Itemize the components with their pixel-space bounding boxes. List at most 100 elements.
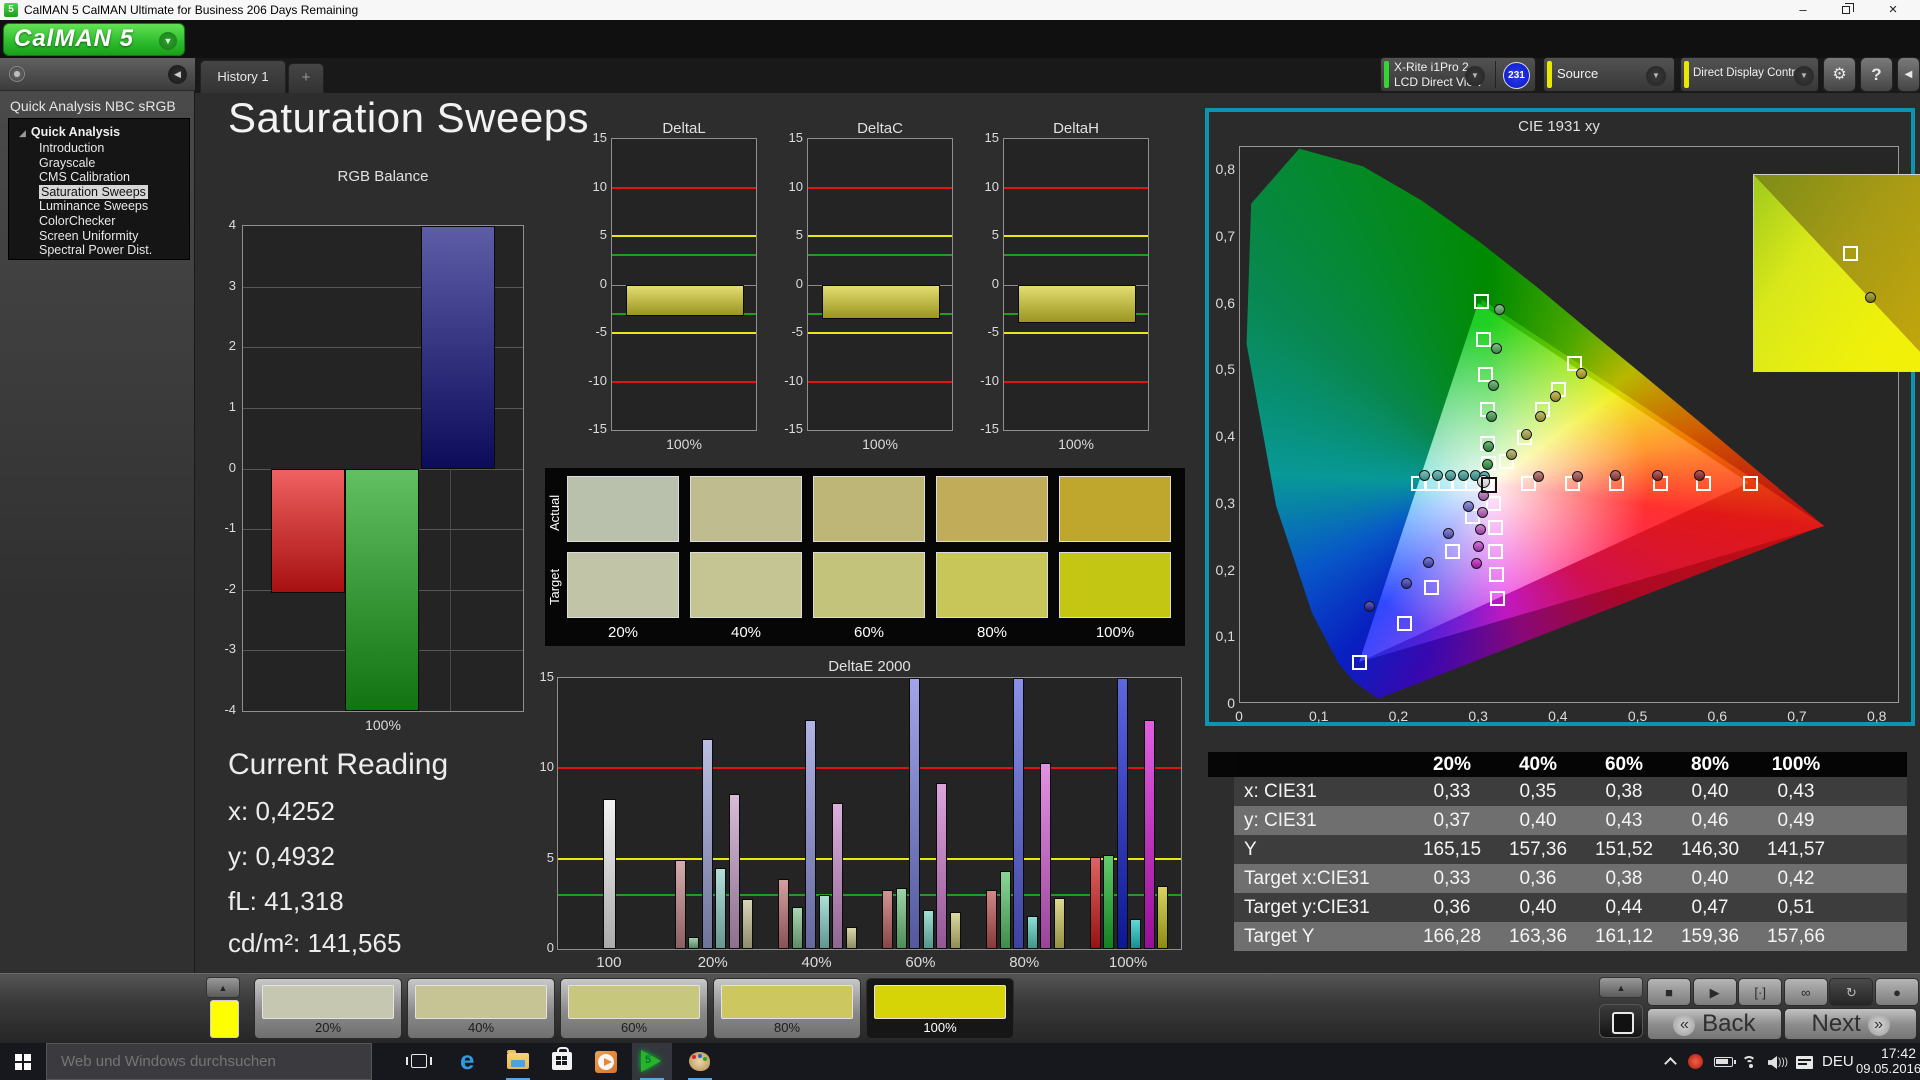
paint-app-button[interactable] [680,1043,720,1080]
deltae-limit-line [558,893,1181,896]
settings-button[interactable]: ⚙ [1823,57,1856,92]
sidebar-item-luminance-sweeps[interactable]: Luminance Sweeps [9,199,189,214]
wifi-icon[interactable] [1742,1056,1760,1070]
calman-icon: 5 [641,1050,661,1072]
display-control-accent-bar [1684,61,1689,88]
cie-measured-point [1494,303,1506,315]
minimize-button[interactable]: – [1788,2,1818,18]
play-button[interactable]: ▶ [1692,978,1737,1006]
back-button[interactable]: « Back [1647,1008,1782,1040]
display-control-dropdown[interactable]: Direct Display Control ▼ [1680,57,1819,92]
sidebar-item-grayscale[interactable]: Grayscale [9,156,189,171]
deltae-bar [728,793,740,949]
next-button[interactable]: Next » [1784,1008,1917,1040]
panel-collapse-button[interactable]: ◀ [1897,57,1920,92]
source-dropdown[interactable]: Source ▼ [1543,57,1675,92]
deltae-bar [701,739,713,949]
taskbar-search-input[interactable] [46,1043,372,1080]
sidebar-item-spectral-power-dist-[interactable]: Spectral Power Dist. [9,243,189,258]
sidebar-item-introduction[interactable]: Introduction [9,141,189,156]
tray-chevron-up-icon[interactable] [1664,1057,1677,1070]
rgb-bar-blue [421,226,495,469]
target-row-label: Target [547,568,562,606]
deltaL-ytick: -5 [595,324,607,339]
media-player-button[interactable] [586,1043,626,1080]
restore-icon [1842,3,1854,14]
task-view-button[interactable] [400,1043,440,1080]
table-cell: 163,36 [1508,926,1568,947]
calman-logo-button[interactable]: CalMAN 5 ▼ [3,23,185,56]
deltaL-limit-line [612,380,756,383]
file-explorer-button[interactable] [498,1043,538,1080]
tab-add-button[interactable]: + [288,63,324,93]
table-cell: 0,35 [1519,781,1557,802]
language-indicator[interactable]: DEU [1822,1053,1854,1070]
clock[interactable]: 17:42 09.05.2016 [1856,1045,1920,1077]
deltaC-ytick: 15 [788,130,803,145]
table-cell: 0,51 [1777,897,1815,918]
transport-expand-button[interactable]: ▲ [1599,977,1643,998]
deltaH-limit-line [1004,332,1148,334]
pattern-button-40%[interactable]: 40% [407,978,555,1039]
pattern-button-20%[interactable]: 20% [254,978,402,1039]
sidebar-item-saturation-sweeps[interactable]: Saturation Sweeps [9,184,189,200]
arrow-up-icon: ▲ [218,983,228,993]
cie-target-square [1396,615,1412,631]
cie-measured-point [1457,470,1469,482]
swatch-column-label: 40% [730,624,762,641]
tab-history-1[interactable]: History 1 [200,60,286,93]
pattern-button-60%[interactable]: 60% [560,978,708,1039]
start-button[interactable] [0,1043,46,1080]
cie-inset-target-marker [1842,246,1858,262]
pattern-button-100%[interactable]: 100% [866,978,1014,1039]
deltae-bar [742,899,753,949]
pattern-button-80%[interactable]: 80% [713,978,861,1039]
action-center-icon[interactable] [1796,1056,1813,1069]
cie-xtick: 0,7 [1787,708,1807,724]
stop-button[interactable]: ■ [1647,978,1691,1006]
swatch-panel-expand-button[interactable]: ▲ [206,977,240,998]
tree-root-quick-analysis[interactable]: ◢ Quick Analysis [9,124,189,141]
rgb-bar-green [345,468,419,711]
continuous-measure-button[interactable]: ∞ [1783,978,1828,1006]
pattern-button-label: 80% [773,1020,801,1035]
cie-ytick: 0,4 [1215,428,1235,445]
cie-target-square [1444,544,1460,560]
speaker-icon[interactable]: ))) [1768,1056,1788,1069]
deltaH-limit-line [1004,254,1148,257]
close-button[interactable]: × [1878,2,1908,18]
rgb-balance-title: RGB Balance [337,168,429,185]
help-button[interactable]: ? [1860,57,1893,92]
restore-button[interactable] [1832,2,1862,18]
deltaH-chart: DeltaH 15 10 5 0 -5 -10 -15 100% [969,120,1159,452]
deltae-bar [791,907,803,949]
sidebar-item-screen-uniformity[interactable]: Screen Uniformity [9,229,189,244]
tray-app-icon[interactable] [1688,1054,1703,1069]
current-reading-title: Current Reading [228,748,449,781]
windows-store-button[interactable] [542,1043,582,1080]
table-cell: 0,40 [1519,897,1557,918]
meter-dropdown[interactable]: X-Rite i1Pro 2 LCD Direct View ▼ 231 [1380,57,1536,92]
refresh-button[interactable]: ↻ [1829,978,1874,1006]
single-measure-button[interactable]: [·] [1738,978,1783,1006]
edge-browser-button[interactable]: e [452,1043,492,1080]
table-cell: 159,36 [1680,926,1740,947]
cie-xtick: 0,6 [1707,708,1727,724]
record-button[interactable]: ● [1875,978,1919,1006]
single-measure-icon: [·] [1754,985,1766,1000]
deltaL-ytick: -15 [588,421,607,436]
sidebar-title: Quick Analysis NBC sRGB [10,98,176,114]
pattern-window-button[interactable] [1599,1004,1643,1038]
swatch-column-label: 60% [853,624,885,641]
calman-taskbar-button[interactable]: 5 [632,1043,672,1080]
sidebar-item-cms-calibration[interactable]: CMS Calibration [9,170,189,185]
refresh-icon: ↻ [1845,985,1857,1000]
current-reading-value: x: 0,4252 [228,796,335,826]
media-play-icon [595,1051,617,1073]
actual-swatch-40% [690,476,802,542]
sidebar-collapse-button[interactable]: ◀ [168,65,187,84]
sidebar-item-colorchecker[interactable]: ColorChecker [9,214,189,229]
cie-1931-panel[interactable]: CIE 1931 xy 0 0,1 0,2 0,3 0,4 0,5 0,6 0,7 0,8 0 0,… [1205,108,1920,726]
battery-icon[interactable] [1714,1057,1736,1067]
cie-target-square [1476,332,1492,348]
